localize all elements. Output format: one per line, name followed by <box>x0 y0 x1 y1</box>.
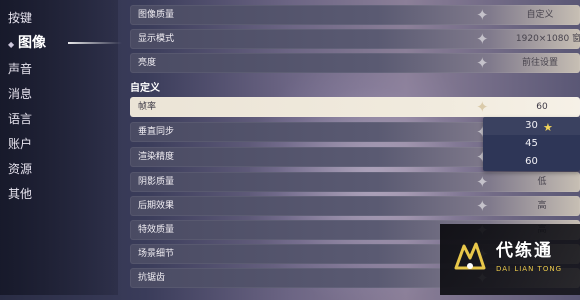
setting-value: 低 <box>537 177 547 187</box>
setting-label: 特效质量 <box>138 225 175 235</box>
sparkle-icon: ✦ <box>476 6 489 24</box>
setting-row-frame-rate[interactable]: 帧率 ✦ 60 <box>130 97 580 117</box>
frame-rate-option-45[interactable]: 45 <box>483 135 580 153</box>
sidebar-item-label: 语言 <box>8 112 33 126</box>
setting-row-brightness[interactable]: 亮度 ✦ 前往设置 <box>130 53 580 73</box>
sidebar-item-keys[interactable]: 按键 <box>8 8 32 28</box>
frame-rate-option-30[interactable]: 30 <box>483 117 580 135</box>
setting-label: 场景细节 <box>138 249 175 259</box>
setting-label: 阴影质量 <box>138 177 175 187</box>
frame-rate-option-60[interactable]: 60 <box>483 153 580 171</box>
sidebar-item-label: 账户 <box>8 137 33 151</box>
setting-label: 渲染精度 <box>138 152 175 162</box>
settings-sidebar: 按键 ◆ 图像 声音 消息 语言 账户 资源 其他 <box>0 0 122 295</box>
sidebar-item-resources[interactable]: 资源 <box>8 159 32 179</box>
setting-label: 垂直同步 <box>138 127 175 137</box>
setting-label: 亮度 <box>138 58 157 68</box>
sparkle-icon: ✦ <box>476 98 489 116</box>
sparkle-icon: ✦ <box>476 197 489 215</box>
setting-row-display-mode[interactable]: 显示模式 ✦ 1920×1080 窗口 <box>130 29 580 49</box>
sidebar-item-label: 其他 <box>8 187 33 201</box>
setting-row-image-quality[interactable]: 图像质量 ✦ 自定义 <box>130 5 580 25</box>
watermark-title: 代练通 <box>496 241 553 261</box>
sidebar-item-label: 声音 <box>8 62 33 76</box>
sidebar-item-messages[interactable]: 消息 <box>8 84 32 104</box>
diamond-bullet-icon: ◆ <box>8 40 15 49</box>
sparkle-icon: ✦ <box>476 173 489 191</box>
star-cursor-icon: ★ <box>543 121 553 134</box>
watermark-logo <box>454 242 486 270</box>
setting-label: 抗锯齿 <box>138 273 166 283</box>
setting-label: 后期效果 <box>138 201 175 211</box>
sidebar-item-label: 消息 <box>8 87 33 101</box>
setting-row-post-effects[interactable]: 后期效果 ✦ 高 <box>130 196 580 216</box>
watermark-overlay: 代练通 DAI LIAN TONG <box>440 224 580 295</box>
frame-rate-selected-value: 60 <box>536 102 548 112</box>
setting-label: 显示模式 <box>138 34 175 44</box>
setting-row-shadow-quality[interactable]: 阴影质量 ✦ 低 <box>130 172 580 192</box>
sidebar-item-label: 图像 <box>18 35 46 51</box>
custom-section-title: 自定义 <box>130 83 160 94</box>
sidebar-item-graphics[interactable]: ◆ 图像 <box>8 33 122 53</box>
frame-rate-dropdown: 30 45 60 <box>483 117 580 171</box>
setting-value: 1920×1080 窗口 <box>515 34 580 44</box>
setting-label: 帧率 <box>138 102 157 112</box>
go-to-settings-button[interactable]: 前往设置 <box>498 53 580 73</box>
watermark-subtitle: DAI LIAN TONG <box>496 265 563 273</box>
sparkle-icon: ✦ <box>476 30 489 48</box>
setting-value: 自定义 <box>526 10 554 20</box>
sidebar-item-label: 按键 <box>8 11 33 25</box>
sidebar-item-account[interactable]: 账户 <box>8 134 32 154</box>
sidebar-item-label: 资源 <box>8 162 33 176</box>
sidebar-item-language[interactable]: 语言 <box>8 109 32 129</box>
setting-value: 高 <box>537 201 547 211</box>
sidebar-item-sound[interactable]: 声音 <box>8 59 32 79</box>
sparkle-icon: ✦ <box>476 54 489 72</box>
setting-label: 图像质量 <box>138 10 175 20</box>
sidebar-item-other[interactable]: 其他 <box>8 184 32 204</box>
